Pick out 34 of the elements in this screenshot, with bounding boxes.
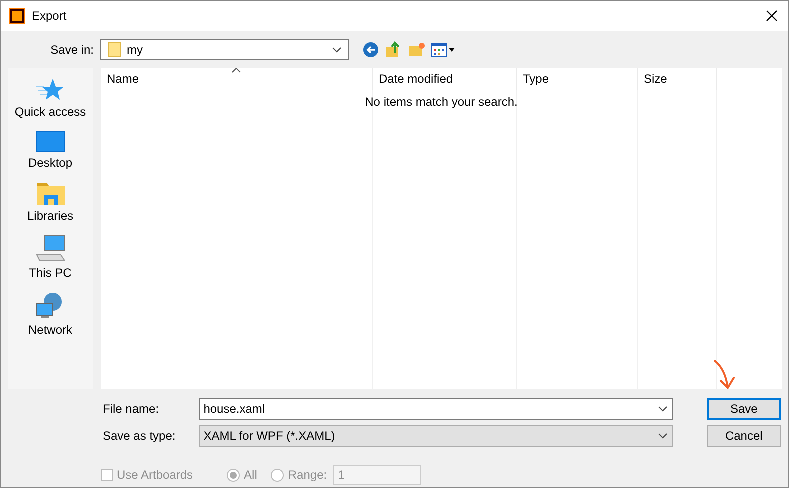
sidebar-item[interactable]: Quick access (14, 78, 86, 119)
sort-caret-icon (232, 68, 240, 73)
column-header[interactable]: Name (101, 68, 373, 90)
computer-icon (34, 235, 66, 263)
folder-icon (108, 42, 122, 58)
file-name-field[interactable]: house.xaml (198, 398, 674, 420)
back-icon[interactable] (363, 42, 379, 58)
chevron-down-icon (658, 406, 668, 412)
column-header[interactable]: Date modified (373, 68, 517, 90)
monitor-icon (36, 131, 66, 153)
save-in-label: Save in: (50, 42, 94, 56)
save-button[interactable]: Save (707, 398, 782, 420)
chevron-down-icon (332, 46, 342, 52)
cancel-button[interactable]: Cancel (707, 425, 781, 447)
sidebar-item[interactable]: Desktop (28, 131, 73, 170)
folder-up-icon[interactable] (385, 41, 402, 58)
arrow-drawing (712, 359, 738, 391)
save-as-type-label: Save as type: (103, 429, 177, 443)
column-header[interactable]: Size (638, 68, 717, 90)
empty-message: No items match your search. (365, 95, 518, 110)
sidebar-item[interactable]: This PC (29, 235, 72, 280)
close-icon[interactable] (766, 10, 778, 22)
chevron-down-icon (658, 433, 668, 439)
star-icon (35, 78, 66, 102)
column-header[interactable]: Type (517, 68, 638, 90)
app-logo-icon (9, 8, 25, 24)
sidebar-item[interactable]: Libraries (27, 182, 74, 223)
view-menu-icon[interactable] (431, 42, 456, 56)
folder-icon (36, 182, 66, 206)
save-in-dropdown[interactable]: my (100, 39, 349, 60)
file-name-label: File name: (103, 402, 160, 416)
window-title: Export (32, 9, 68, 23)
sidebar-item[interactable]: Network (28, 292, 72, 337)
file-type-dropdown[interactable]: XAML for WPF (*.XAML) (198, 425, 674, 447)
